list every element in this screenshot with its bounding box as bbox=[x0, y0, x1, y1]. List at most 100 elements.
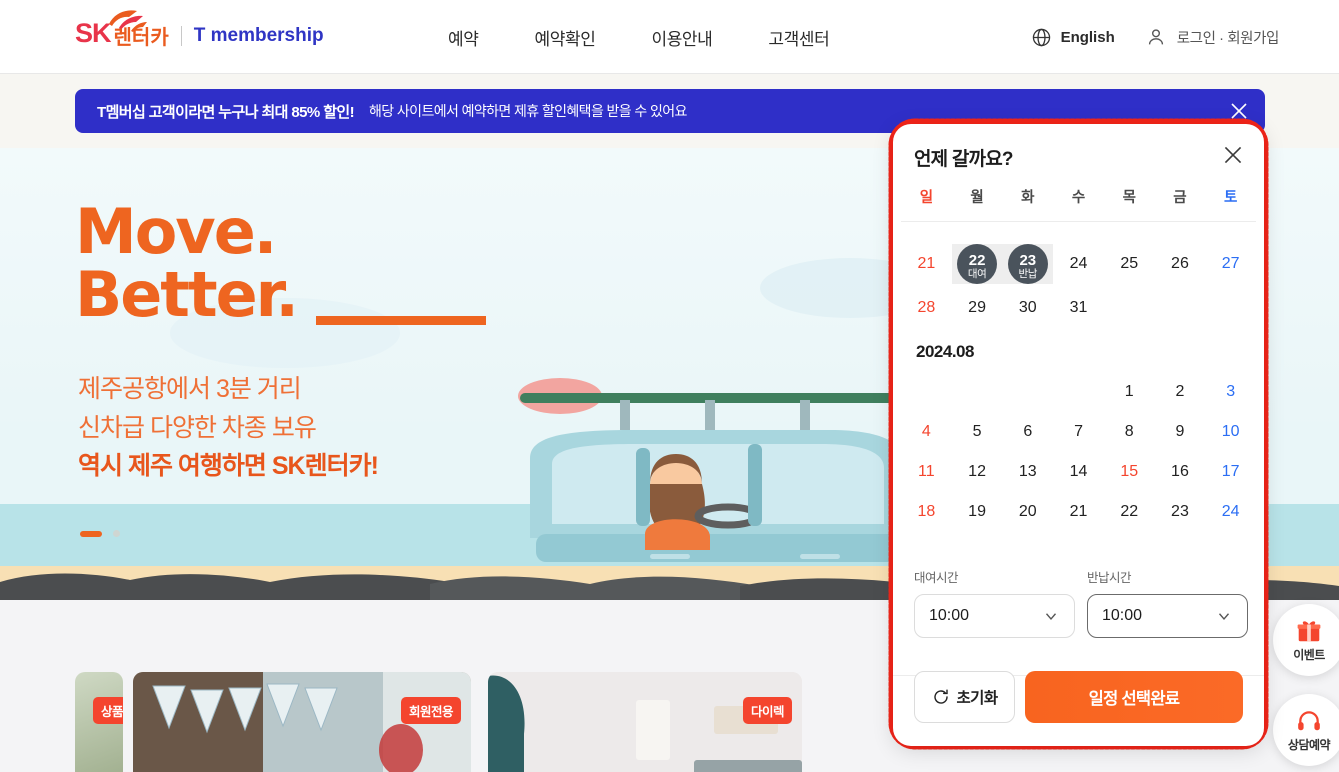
calendar-day[interactable]: 27 bbox=[1205, 244, 1256, 284]
list-item[interactable]: 회원전용 bbox=[133, 672, 471, 772]
close-icon bbox=[1231, 103, 1247, 119]
language-switcher[interactable]: English bbox=[1031, 27, 1115, 48]
calendar-day[interactable]: 25 bbox=[1104, 244, 1155, 284]
calendar-day[interactable]: 30 bbox=[1002, 288, 1053, 328]
floating-event-button[interactable]: 이벤트 bbox=[1273, 604, 1339, 676]
return-time-group: 반납시간 10:00 bbox=[1087, 567, 1248, 638]
calendar-day-empty bbox=[1155, 288, 1206, 328]
hero-car-illustration bbox=[518, 378, 910, 562]
pickup-time-select[interactable]: 10:00 bbox=[914, 594, 1075, 638]
site-logo[interactable]: SK 렌터카 T membership bbox=[75, 10, 324, 49]
nav-item-customer-center[interactable]: 고객센터 bbox=[740, 25, 857, 50]
calendar-day[interactable]: 29 bbox=[952, 288, 1003, 328]
hero-subtitle-line-1: 제주공항에서 3분 거리 bbox=[78, 375, 302, 403]
modal-close-button[interactable] bbox=[1220, 142, 1246, 173]
calendar-day[interactable]: 6 bbox=[1002, 412, 1053, 452]
calendar-week-row: 21 22 대여 23 반납 24 25 26 27 bbox=[901, 244, 1256, 284]
calendar-day[interactable]: 24 bbox=[1053, 244, 1104, 284]
calendar-day[interactable]: 9 bbox=[1155, 412, 1206, 452]
card-badge: 다이렉 bbox=[742, 697, 792, 724]
list-item[interactable]: 상품 bbox=[75, 672, 123, 772]
language-label: English bbox=[1060, 28, 1115, 46]
reset-button-label: 초기화 bbox=[956, 690, 999, 707]
calendar-day[interactable]: 8 bbox=[1104, 412, 1155, 452]
calendar-weekday-header: 일 월 화 수 목 금 토 bbox=[901, 186, 1256, 222]
return-time-select[interactable]: 10:00 bbox=[1087, 594, 1248, 638]
calendar-day[interactable]: 13 bbox=[1002, 452, 1053, 492]
weekday-thu: 목 bbox=[1122, 190, 1136, 206]
calendar-day[interactable]: 23 bbox=[1155, 492, 1206, 532]
calendar-day[interactable]: 10 bbox=[1205, 412, 1256, 452]
calendar-day-empty bbox=[1205, 288, 1256, 328]
calendar-week-row: 28 29 30 31 bbox=[901, 288, 1256, 328]
calendar-day[interactable]: 1 bbox=[1104, 372, 1155, 412]
globe-icon bbox=[1032, 28, 1050, 46]
return-time-value: 10:00 bbox=[1102, 607, 1143, 624]
account-link[interactable]: 로그인 · 회원가입 bbox=[1145, 26, 1279, 48]
confirm-button-label: 일정 선택완료 bbox=[1088, 690, 1180, 708]
floating-event-label: 이벤트 bbox=[1293, 647, 1325, 662]
calendar-day[interactable]: 19 bbox=[952, 492, 1003, 532]
calendar-day-holiday[interactable]: 15 bbox=[1104, 452, 1155, 492]
calendar-day[interactable]: 28 bbox=[901, 288, 952, 328]
logo-rentacar-text: 렌터카 bbox=[113, 26, 169, 49]
calendar-day[interactable]: 21 bbox=[901, 244, 952, 284]
pickup-time-group: 대여시간 10:00 bbox=[914, 567, 1075, 638]
calendar-day[interactable]: 5 bbox=[952, 412, 1003, 452]
weekday-fri: 금 bbox=[1173, 190, 1187, 206]
calendar-day-empty bbox=[1104, 288, 1155, 328]
list-item[interactable]: 다이렉 bbox=[488, 672, 802, 772]
time-selectors: 대여시간 10:00 반납시간 10:00 bbox=[914, 567, 1248, 638]
floating-consult-label: 상담예약 bbox=[1287, 737, 1331, 752]
nav-item-usage-guide[interactable]: 이용안내 bbox=[623, 25, 740, 50]
main-navigation: 예약 예약확인 이용안내 고객센터 bbox=[420, 0, 857, 74]
calendar-day[interactable]: 16 bbox=[1155, 452, 1206, 492]
calendar-day[interactable]: 11 bbox=[901, 452, 952, 492]
calendar-day-empty bbox=[1053, 372, 1104, 412]
chevron-down-icon bbox=[1045, 613, 1057, 621]
calendar-week-row: 18 19 20 21 22 23 24 bbox=[901, 492, 1256, 532]
return-time-label: 반납시간 bbox=[1087, 571, 1132, 585]
return-tag: 반납 bbox=[1018, 268, 1038, 280]
calendar-day[interactable]: 17 bbox=[1205, 452, 1256, 492]
calendar-day-empty bbox=[1002, 372, 1053, 412]
calendar-day[interactable]: 12 bbox=[952, 452, 1003, 492]
calendar-day[interactable]: 26 bbox=[1155, 244, 1206, 284]
nav-item-reservation[interactable]: 예약 bbox=[420, 25, 506, 50]
pickup-time-label: 대여시간 bbox=[914, 571, 959, 585]
card-badge: 상품 bbox=[92, 697, 123, 724]
chevron-down-icon bbox=[1218, 613, 1230, 621]
hero-title-underline bbox=[316, 316, 486, 325]
close-icon bbox=[1224, 146, 1242, 164]
calendar-day[interactable]: 24 bbox=[1205, 492, 1256, 532]
calendar-day[interactable]: 2 bbox=[1155, 372, 1206, 412]
headset-icon bbox=[1298, 710, 1320, 730]
floating-consult-button[interactable]: 상담예약 bbox=[1273, 694, 1339, 766]
nav-item-reservation-check[interactable]: 예약확인 bbox=[506, 25, 623, 50]
confirm-button[interactable]: 일정 선택완료 bbox=[1025, 671, 1243, 723]
hero-subtitle: 제주공항에서 3분 거리 신차급 다양한 차종 보유 역시 제주 여행하면 SK… bbox=[78, 370, 379, 486]
calendar-day[interactable]: 14 bbox=[1053, 452, 1104, 492]
calendar-week-row: 1 2 3 bbox=[901, 372, 1256, 412]
calendar-day[interactable]: 3 bbox=[1205, 372, 1256, 412]
pickup-tag: 대여 bbox=[967, 268, 987, 280]
carousel-dot[interactable] bbox=[113, 530, 120, 537]
calendar-day[interactable]: 20 bbox=[1002, 492, 1053, 532]
logo-t-membership-text: T membership bbox=[193, 25, 324, 46]
logo-sk-text: SK bbox=[75, 18, 112, 48]
calendar-day[interactable]: 4 bbox=[901, 412, 952, 452]
calendar-day[interactable]: 31 bbox=[1053, 288, 1104, 328]
calendar-day[interactable]: 18 bbox=[901, 492, 952, 532]
hero-subtitle-line-3: 역시 제주 여행하면 SK렌터카! bbox=[78, 452, 379, 480]
calendar-day[interactable]: 21 bbox=[1053, 492, 1104, 532]
page-root: SK 렌터카 T membership 예약 예약확인 이용안내 고객센터 En… bbox=[0, 0, 1339, 772]
reset-button[interactable]: 초기화 bbox=[914, 671, 1015, 723]
calendar-week-row: 11 12 13 14 15 16 17 bbox=[901, 452, 1256, 492]
modal-footer: 초기화 일정 선택완료 bbox=[893, 656, 1264, 746]
carousel-dot-active[interactable] bbox=[80, 530, 102, 537]
weekday-sun: 일 bbox=[919, 190, 934, 206]
calendar-month-label: 2024.08 bbox=[916, 342, 974, 361]
hero-carousel-indicators bbox=[80, 530, 120, 537]
calendar-day[interactable]: 7 bbox=[1053, 412, 1104, 452]
calendar-day[interactable]: 22 bbox=[1104, 492, 1155, 532]
